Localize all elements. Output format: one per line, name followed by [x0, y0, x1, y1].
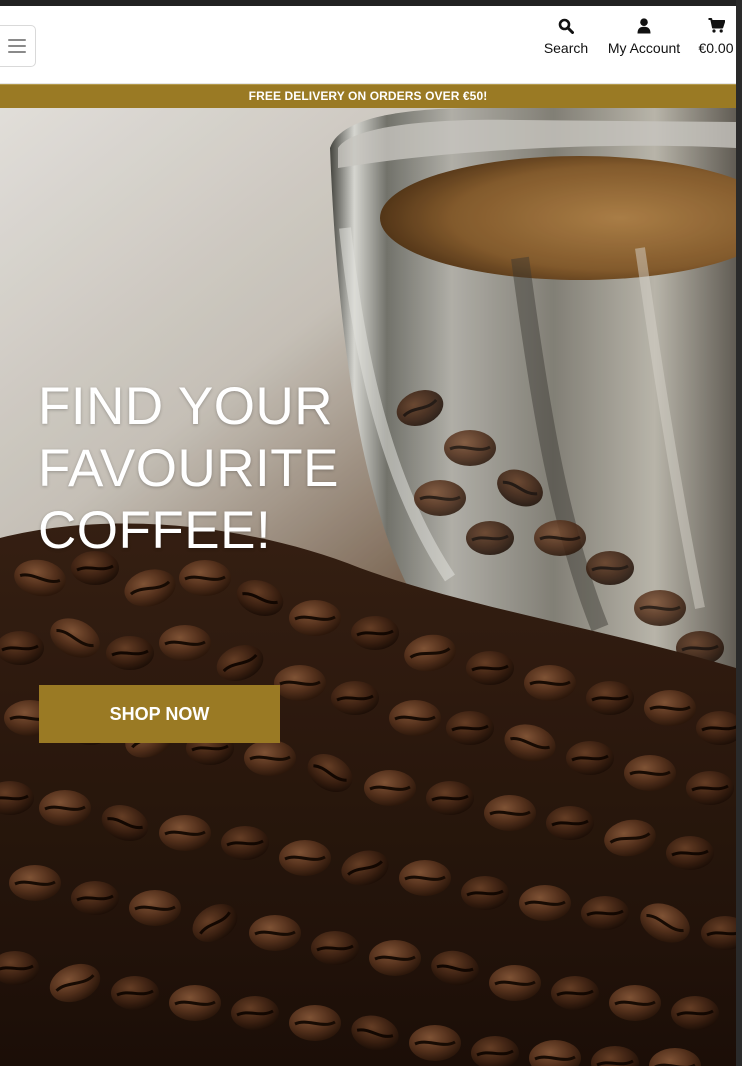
hero-section: FIND YOUR FAVOURITE COFFEE! SHOP NOW [0, 108, 736, 1066]
hero-coffee-image [0, 108, 736, 1066]
my-account-label: My Account [607, 40, 681, 56]
hero-heading-line-1: FIND YOUR [38, 377, 334, 436]
cart-nav-link[interactable]: €0.00 [694, 18, 738, 56]
hero-heading-line-2: FAVOURITE [38, 439, 339, 498]
site-header: Search My Account €0.00 [0, 6, 736, 84]
search-label: Search [543, 40, 589, 56]
cart-icon [694, 18, 738, 36]
browser-right-edge [736, 0, 742, 1066]
hamburger-icon [8, 39, 26, 53]
menu-toggle-button[interactable] [0, 25, 36, 67]
user-icon [602, 18, 686, 36]
hero-heading: FIND YOUR FAVOURITE COFFEE! [38, 376, 358, 562]
shop-now-button[interactable]: SHOP NOW [39, 685, 280, 743]
hero-heading-line-3: COFFEE! [38, 501, 272, 560]
cart-total: €0.00 [698, 40, 734, 56]
my-account-nav-link[interactable]: My Account [602, 18, 686, 56]
search-nav-link[interactable]: Search [540, 18, 592, 56]
search-icon [540, 18, 592, 36]
free-delivery-banner: FREE DELIVERY ON ORDERS OVER €50! [0, 84, 736, 108]
